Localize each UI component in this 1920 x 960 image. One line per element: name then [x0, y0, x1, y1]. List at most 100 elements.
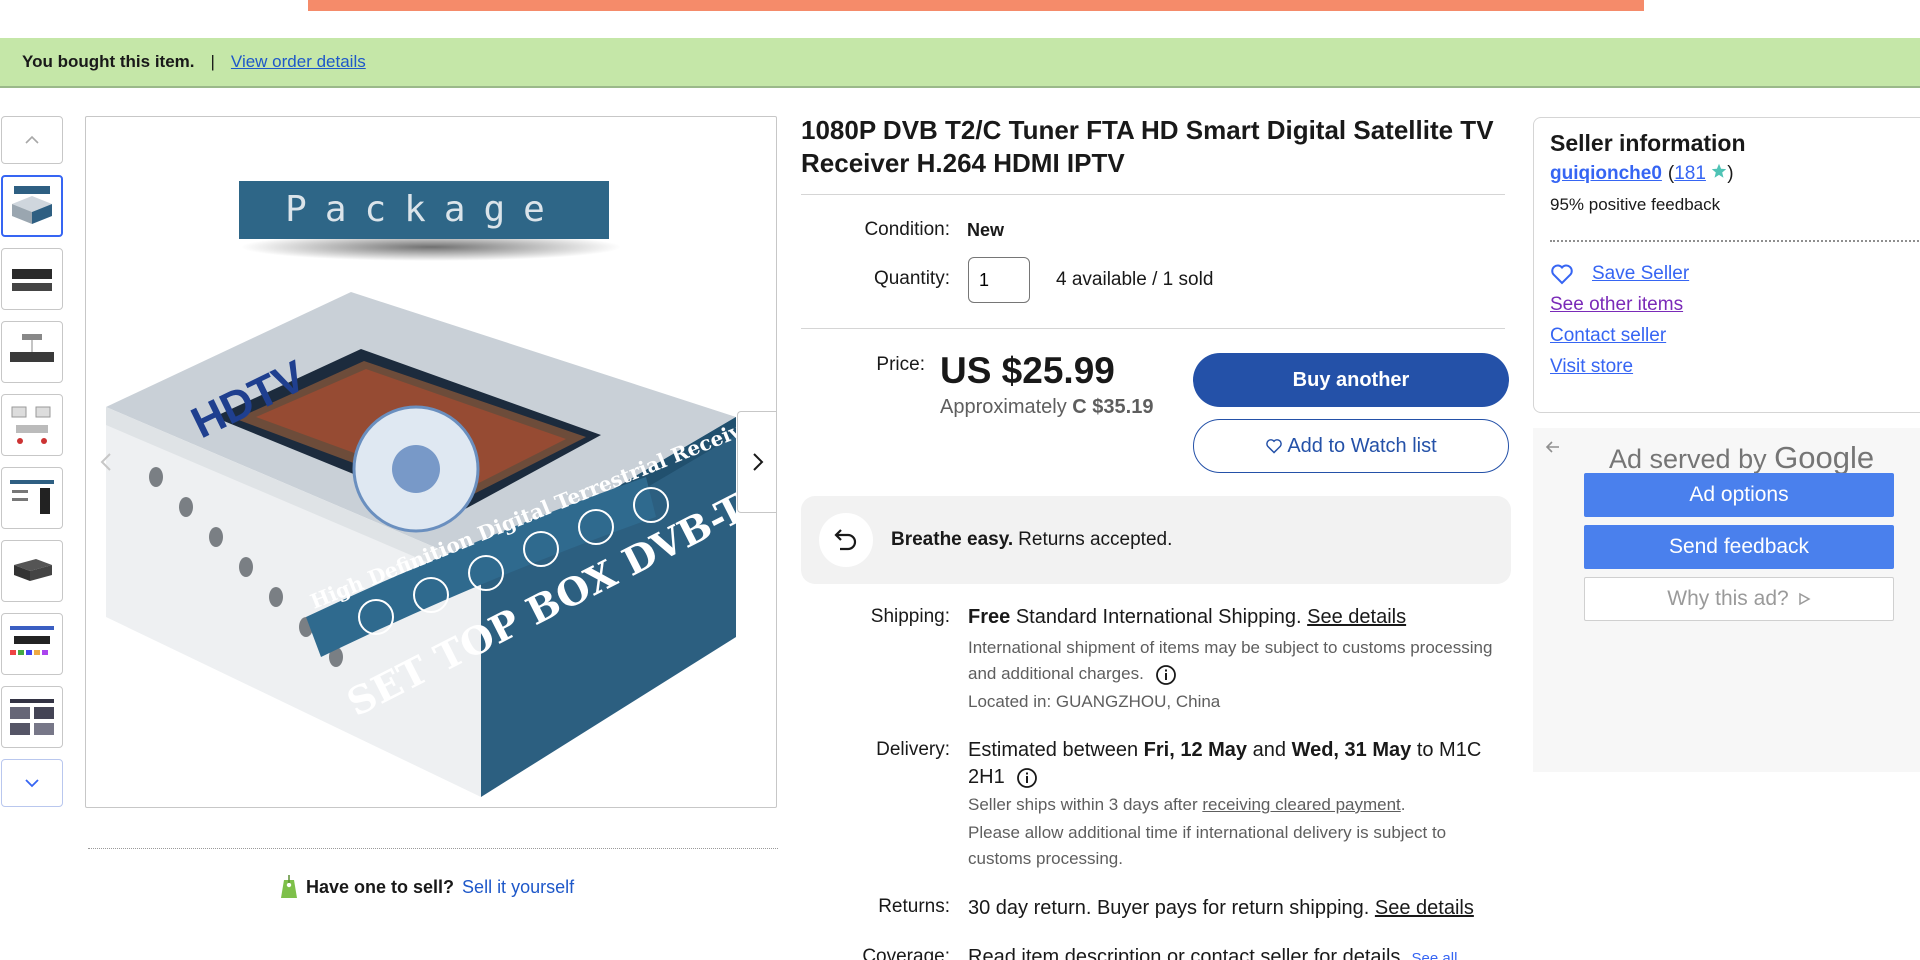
arrow-left-icon — [1545, 441, 1559, 453]
returns-policy: 30 day return. Buyer pays for return shi… — [968, 895, 1508, 922]
customs-allow-note: Please allow additional time if internat… — [968, 823, 1447, 868]
thumbnail-image — [10, 699, 54, 735]
thumbnail-7[interactable] — [1, 613, 63, 675]
thumbnail-6[interactable] — [1, 540, 63, 602]
delivery-estimate: Estimated between Fri, 12 May and Wed, 3… — [968, 737, 1508, 791]
customs-note-text: International shipment of items may be s… — [968, 638, 1493, 683]
divider — [801, 328, 1505, 329]
returns-policy-text: 30 day return. Buyer pays for return shi… — [968, 897, 1370, 919]
ad-served-by: Ad served by Google — [1609, 440, 1874, 476]
product-box-image: Package HDTV High Definition Digital Ter… — [106, 181, 776, 797]
item-title: 1080P DVB T2/C Tuner FTA HD Smart Digita… — [801, 115, 1494, 178]
save-seller-link[interactable]: Save Seller — [1592, 263, 1689, 285]
divider — [88, 848, 778, 849]
returns-label: Returns: — [878, 896, 950, 917]
thumbnail-image — [14, 559, 52, 581]
add-to-watch-list-button[interactable]: Add to Watch list — [1193, 419, 1509, 473]
purchase-notice-bar: You bought this item. | View order detai… — [0, 38, 1920, 88]
why-this-ad-button[interactable]: Why this ad? — [1584, 577, 1894, 621]
thumbnail-strip — [1, 116, 63, 807]
thumbnail-image — [10, 334, 54, 362]
seller-link-row: See other items — [1550, 289, 1689, 320]
sell-it-yourself-link[interactable]: Sell it yourself — [462, 877, 574, 898]
visit-store-link[interactable]: Visit store — [1550, 356, 1633, 378]
info-icon[interactable] — [1016, 767, 1038, 789]
separator: | — [210, 52, 215, 71]
shipping-summary: Free Standard International Shipping. Se… — [968, 604, 1508, 631]
return-arrow-icon — [834, 529, 857, 551]
thumbnail-image — [12, 269, 52, 291]
ad-back-button[interactable] — [1545, 438, 1561, 459]
next-image-button[interactable] — [737, 411, 776, 513]
shipping-label: Shipping: — [870, 606, 950, 627]
shipping-customs-note: International shipment of items may be s… — [968, 635, 1498, 687]
quantity-input[interactable] — [968, 257, 1030, 303]
heart-icon — [1551, 264, 1573, 284]
returns-accepted-text: Returns accepted. — [1018, 529, 1173, 550]
divider — [1550, 240, 1920, 242]
price-tag-icon — [281, 875, 297, 898]
delivery-prefix: Estimated between — [968, 739, 1139, 761]
view-order-details-link[interactable]: View order details — [231, 52, 366, 72]
condition-value: New — [967, 220, 1005, 240]
purchase-message: You bought this item. — [22, 52, 195, 71]
seller-name-link[interactable]: guiqionche0 — [1550, 163, 1662, 185]
previous-image-button[interactable] — [86, 411, 126, 513]
seller-link-row: Contact seller — [1550, 320, 1689, 351]
seller-ships-note: Seller ships within 3 days after receivi… — [968, 792, 1498, 818]
ships-suffix: . — [1400, 795, 1406, 814]
thumbnail-5[interactable] — [1, 467, 63, 529]
thumbnail-4[interactable] — [1, 394, 63, 456]
thumbnail-8[interactable] — [1, 686, 63, 748]
price-label: Price: — [876, 354, 925, 375]
coverage-description: Read item description or contact seller … — [968, 946, 1406, 960]
thumbnail-image — [10, 480, 54, 514]
buy-another-button[interactable]: Buy another — [1193, 353, 1509, 407]
sell-prompt: Have one to sell? Sell it yourself — [280, 874, 574, 900]
google-logo: Google — [1774, 440, 1875, 475]
chevron-right-icon — [752, 453, 763, 471]
thumbnail-1[interactable] — [1, 175, 63, 237]
returns-see-details-link[interactable]: See details — [1375, 897, 1474, 919]
shipping-free: Free — [968, 606, 1011, 628]
thumbnails-up-button[interactable] — [1, 116, 63, 164]
coverage-label: Coverage: — [862, 946, 950, 960]
seller-score-link[interactable]: 181 — [1674, 163, 1706, 184]
item-price: US $25.99 — [940, 350, 1115, 391]
contact-seller-link[interactable]: Contact seller — [1550, 325, 1666, 347]
info-icon[interactable] — [1155, 664, 1177, 686]
thumbnail-image — [10, 626, 54, 655]
cleared-payment-link[interactable]: receiving cleared payment — [1202, 795, 1400, 814]
seller-name-row: guiqionche0 (181 ) — [1550, 163, 1920, 185]
coverage-see-all-link[interactable]: See all — [1412, 950, 1458, 960]
chevron-left-icon — [100, 453, 111, 471]
delivery-label: Delivery: — [876, 739, 950, 760]
thumbnail-2[interactable] — [1, 248, 63, 310]
chevron-down-icon — [25, 779, 39, 788]
thumbnail-3[interactable] — [1, 321, 63, 383]
ad-options-button[interactable]: Ad options — [1584, 473, 1894, 517]
thumbnails-down-button[interactable] — [1, 759, 63, 807]
approximate-price: Approximately C $35.19 — [940, 396, 1153, 419]
save-seller-row[interactable]: Save Seller — [1550, 258, 1689, 289]
main-product-image[interactable]: Package HDTV High Definition Digital Ter… — [85, 116, 777, 808]
chevron-up-icon — [25, 135, 39, 144]
divider — [801, 194, 1505, 195]
top-ad-banner[interactable] — [308, 0, 1644, 11]
why-this-ad-label: Why this ad? — [1667, 587, 1789, 610]
see-other-items-link[interactable]: See other items — [1550, 294, 1683, 316]
seller-links: Save Seller See other items Contact sell… — [1550, 258, 1689, 382]
delivery-and: and — [1252, 739, 1286, 761]
ad-panel: Ad served by Google Ad options Send feed… — [1533, 428, 1920, 772]
shipping-method: Standard International Shipping. — [1015, 606, 1302, 628]
send-feedback-button[interactable]: Send feedback — [1584, 525, 1894, 569]
seller-feedback: 95% positive feedback — [1550, 195, 1721, 214]
returns-emphasis: Breathe easy. — [891, 529, 1014, 550]
availability-text: 4 available / 1 sold — [1056, 269, 1214, 290]
star-icon — [1712, 163, 1727, 178]
ad-served-text: Ad served by — [1609, 444, 1767, 474]
delivery-start-date: Fri, 12 May — [1143, 739, 1248, 761]
shipping-see-details-link[interactable]: See details — [1307, 606, 1406, 628]
package-label: Package — [285, 189, 563, 230]
seller-information-card: Seller information guiqionche0 (181 ) 95… — [1533, 117, 1920, 413]
